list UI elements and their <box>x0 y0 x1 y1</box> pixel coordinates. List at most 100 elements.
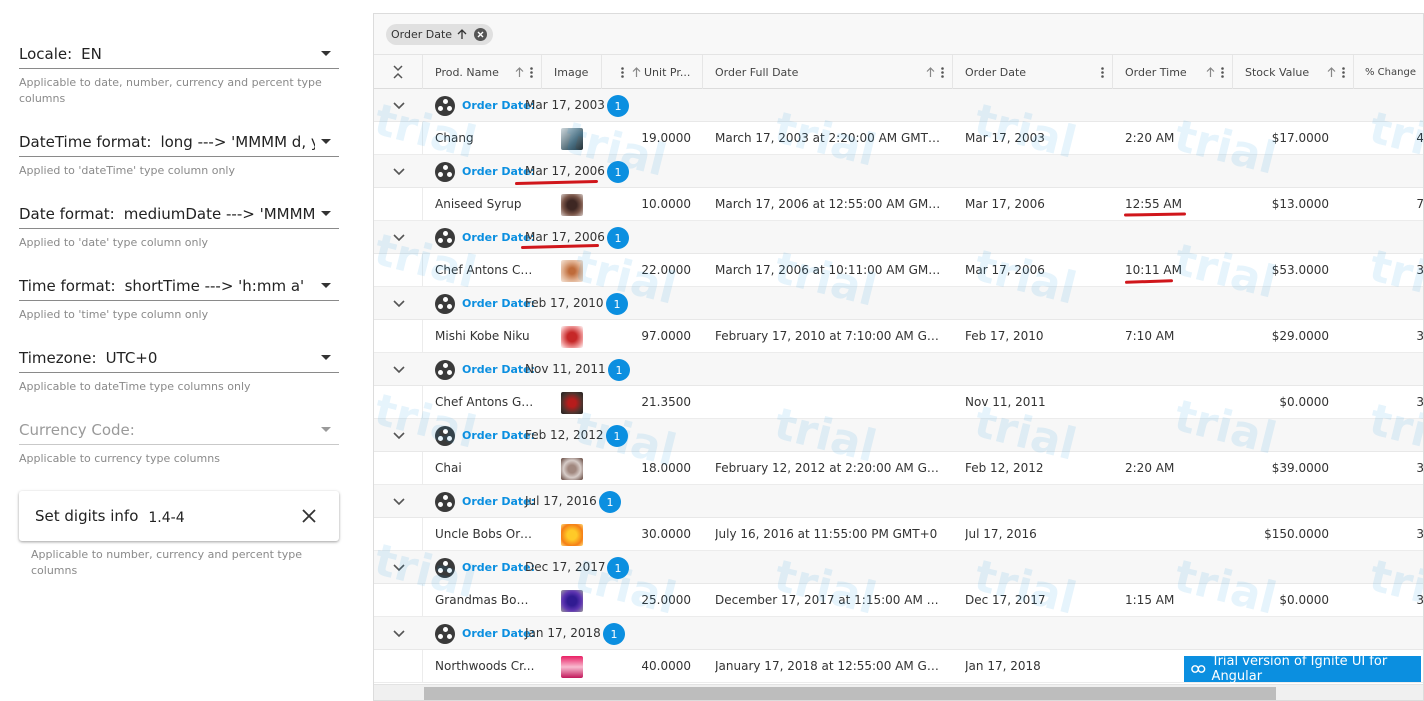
cell-order-date[interactable]: Feb 12, 2012 <box>965 452 1105 485</box>
group-row[interactable]: Order Date: Jan 17, 2018 1 <box>374 617 1423 650</box>
cell-name[interactable]: Uncle Bobs Org... <box>435 518 535 551</box>
table-row[interactable]: Mishi Kobe Niku 97.0000 February 17, 2010 … <box>374 320 1423 353</box>
cell-unit-price[interactable]: 18.0000 <box>602 452 691 485</box>
cell-order-date[interactable]: Jul 17, 2016 <box>965 518 1105 551</box>
more-vert-icon[interactable] <box>941 66 944 78</box>
expand-group-button[interactable] <box>374 617 423 650</box>
sort-icon[interactable] <box>632 66 641 78</box>
cell-name[interactable]: Mishi Kobe Niku <box>435 320 535 353</box>
cell-order-date[interactable]: Jan 17, 2018 <box>965 650 1105 683</box>
column-header-unit-price[interactable]: Unit Pr... <box>602 55 703 89</box>
sort-icon[interactable] <box>926 66 935 78</box>
locale-select[interactable]: Locale: EN <box>19 39 339 69</box>
cell-stock-value[interactable]: $17.0000 <box>1245 122 1329 155</box>
cell-unit-price[interactable]: 30.0000 <box>602 518 691 551</box>
datetime-format-select[interactable]: DateTime format: long ---> 'MMMM d, y, h <box>19 127 339 157</box>
cell-change[interactable]: 3 <box>1404 518 1423 551</box>
cell-order-time[interactable] <box>1125 386 1225 419</box>
cell-order-date[interactable]: Mar 17, 2003 <box>965 122 1105 155</box>
sort-icon[interactable] <box>515 66 524 78</box>
column-header-image[interactable]: Image <box>542 55 602 89</box>
group-row[interactable]: Order Date: Dec 17, 2017 1 <box>374 551 1423 584</box>
cell-order-time[interactable]: 7:10 AM <box>1125 320 1225 353</box>
group-row[interactable]: Order Date: Feb 12, 2012 1 <box>374 419 1423 452</box>
cell-image[interactable] <box>561 254 583 287</box>
group-row[interactable]: Order Date: Mar 17, 2003 1 <box>374 89 1423 122</box>
table-row[interactable]: Chang 19.0000 March 17, 2003 at 2:20:00 AM… <box>374 122 1423 155</box>
cell-full-date[interactable] <box>715 386 943 419</box>
more-vert-icon[interactable] <box>1101 66 1104 78</box>
collapse-all-button[interactable] <box>374 55 423 89</box>
group-row[interactable]: Order Date: Jul 17, 2016 1 <box>374 485 1423 518</box>
cell-image[interactable] <box>561 518 583 551</box>
column-header-change[interactable]: % Change <box>1354 55 1423 89</box>
group-row[interactable]: Order Date: Feb 17, 2010 1 <box>374 287 1423 320</box>
currency-code-select[interactable]: Currency Code: <box>19 415 339 445</box>
cell-stock-value[interactable]: $53.0000 <box>1245 254 1329 287</box>
table-row[interactable]: Chef Antons Caj... 22.0000 March 17, 2006 … <box>374 254 1423 287</box>
group-row[interactable]: Order Date: Nov 11, 2011 1 <box>374 353 1423 386</box>
table-row[interactable]: Aniseed Syrup 10.0000 March 17, 2006 at 12… <box>374 188 1423 221</box>
cell-name[interactable]: Chai <box>435 452 535 485</box>
cell-order-date[interactable]: Nov 11, 2011 <box>965 386 1105 419</box>
cell-name[interactable]: Grandmas Boys... <box>435 584 535 617</box>
cell-order-time[interactable] <box>1125 518 1225 551</box>
digits-info-input[interactable]: Set digits info 1.4-4 <box>19 491 339 541</box>
cell-full-date[interactable]: January 17, 2018 at 12:55:00 AM GMT+0 <box>715 650 943 683</box>
cell-order-date[interactable]: Mar 17, 2006 <box>965 188 1105 221</box>
cell-image[interactable] <box>561 386 583 419</box>
dropdown-caret-icon[interactable] <box>321 51 331 56</box>
cell-unit-price[interactable]: 19.0000 <box>602 122 691 155</box>
dropdown-caret-icon[interactable] <box>321 427 331 432</box>
column-header-order-full-date[interactable]: Order Full Date <box>703 55 953 89</box>
cell-image[interactable] <box>561 320 583 353</box>
expand-group-button[interactable] <box>374 89 423 122</box>
cell-stock-value[interactable]: $150.0000 <box>1245 518 1329 551</box>
clear-digits-button[interactable] <box>289 496 329 536</box>
cell-image[interactable] <box>561 122 583 155</box>
cell-full-date[interactable]: December 17, 2017 at 1:15:00 AM GM... <box>715 584 943 617</box>
cell-full-date[interactable]: March 17, 2006 at 10:11:00 AM GMT+0 <box>715 254 943 287</box>
cell-unit-price[interactable]: 21.3500 <box>602 386 691 419</box>
cell-stock-value[interactable]: $29.0000 <box>1245 320 1329 353</box>
cell-order-date[interactable]: Feb 17, 2010 <box>965 320 1105 353</box>
cell-change[interactable]: 7 <box>1404 188 1423 221</box>
table-row[interactable]: Chai 18.0000 February 12, 2012 at 2:20:00 … <box>374 452 1423 485</box>
dropdown-caret-icon[interactable] <box>321 355 331 360</box>
dropdown-caret-icon[interactable] <box>321 139 331 144</box>
date-format-select[interactable]: Date format: mediumDate ---> 'MMMM d <box>19 199 339 229</box>
expand-group-button[interactable] <box>374 551 423 584</box>
cell-full-date[interactable]: February 12, 2012 at 2:20:00 AM GMT+0 <box>715 452 943 485</box>
dropdown-caret-icon[interactable] <box>321 211 331 216</box>
cell-name[interactable]: Northwoods Cr... <box>435 650 535 683</box>
cell-unit-price[interactable]: 10.0000 <box>602 188 691 221</box>
cell-full-date[interactable]: February 17, 2010 at 7:10:00 AM GMT+0 <box>715 320 943 353</box>
cell-stock-value[interactable]: $39.0000 <box>1245 452 1329 485</box>
table-row[interactable]: Chef Antons Gu... 21.3500 Nov 11, 2011 $0.0… <box>374 386 1423 419</box>
expand-group-button[interactable] <box>374 287 423 320</box>
cell-stock-value[interactable]: $13.0000 <box>1245 188 1329 221</box>
cell-change[interactable]: 3 <box>1404 584 1423 617</box>
cell-stock-value[interactable]: $0.0000 <box>1245 584 1329 617</box>
cell-order-time[interactable]: 1:15 AM <box>1125 584 1225 617</box>
cell-name[interactable]: Aniseed Syrup <box>435 188 535 221</box>
cell-full-date[interactable]: March 17, 2006 at 12:55:00 AM GMT+0 <box>715 188 943 221</box>
cell-change[interactable]: 3 <box>1404 320 1423 353</box>
cell-change[interactable]: 3 <box>1404 452 1423 485</box>
scrollbar-thumb[interactable] <box>424 687 1276 700</box>
table-row[interactable]: Uncle Bobs Org... 30.0000 July 16, 2016 at… <box>374 518 1423 551</box>
cell-order-time[interactable]: 2:20 AM <box>1125 452 1225 485</box>
more-vert-icon[interactable] <box>530 66 533 78</box>
expand-group-button[interactable] <box>374 155 423 188</box>
cell-full-date[interactable]: March 17, 2003 at 2:20:00 AM GMT+0 <box>715 122 943 155</box>
cell-full-date[interactable]: July 16, 2016 at 11:55:00 PM GMT+0 <box>715 518 943 551</box>
cell-change[interactable]: 3 <box>1404 386 1423 419</box>
table-row[interactable]: Grandmas Boys... 25.0000 December 17, 2017… <box>374 584 1423 617</box>
group-row[interactable]: Order Date: Mar 17, 2006 1 <box>374 221 1423 254</box>
more-vert-icon[interactable] <box>621 66 624 78</box>
expand-group-button[interactable] <box>374 221 423 254</box>
cell-unit-price[interactable]: 22.0000 <box>602 254 691 287</box>
cell-name[interactable]: Chang <box>435 122 535 155</box>
column-header-stock-value[interactable]: Stock Value <box>1233 55 1354 89</box>
time-format-select[interactable]: Time format: shortTime ---> 'h:mm a' <box>19 271 339 301</box>
